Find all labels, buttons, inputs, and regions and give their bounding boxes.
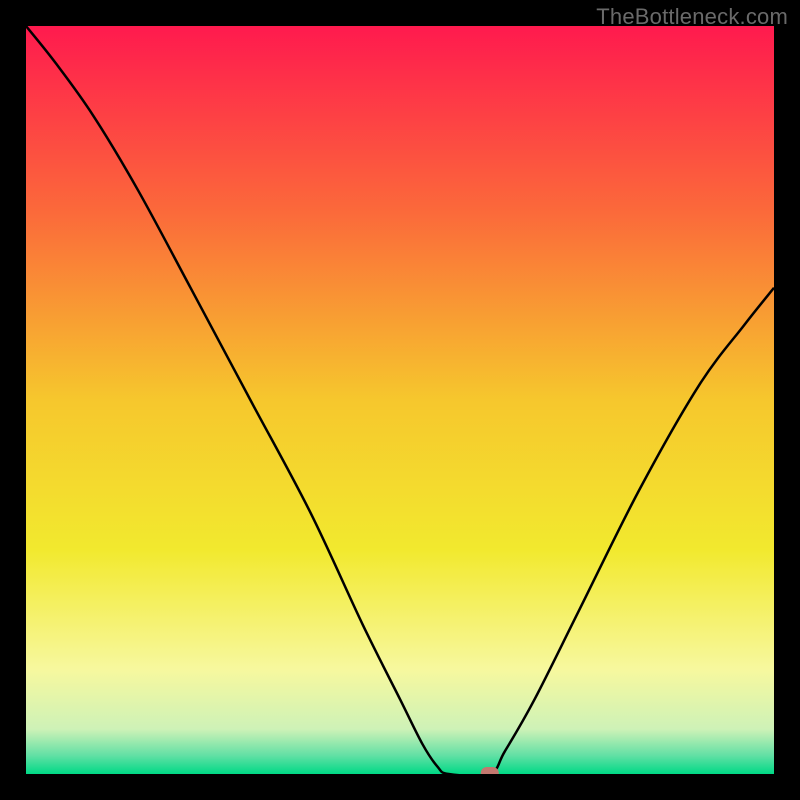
chart-svg (26, 26, 774, 774)
chart-background (26, 26, 774, 774)
chart-marker (481, 767, 499, 774)
chart-plot-area (26, 26, 774, 774)
watermark-text: TheBottleneck.com (596, 4, 788, 30)
